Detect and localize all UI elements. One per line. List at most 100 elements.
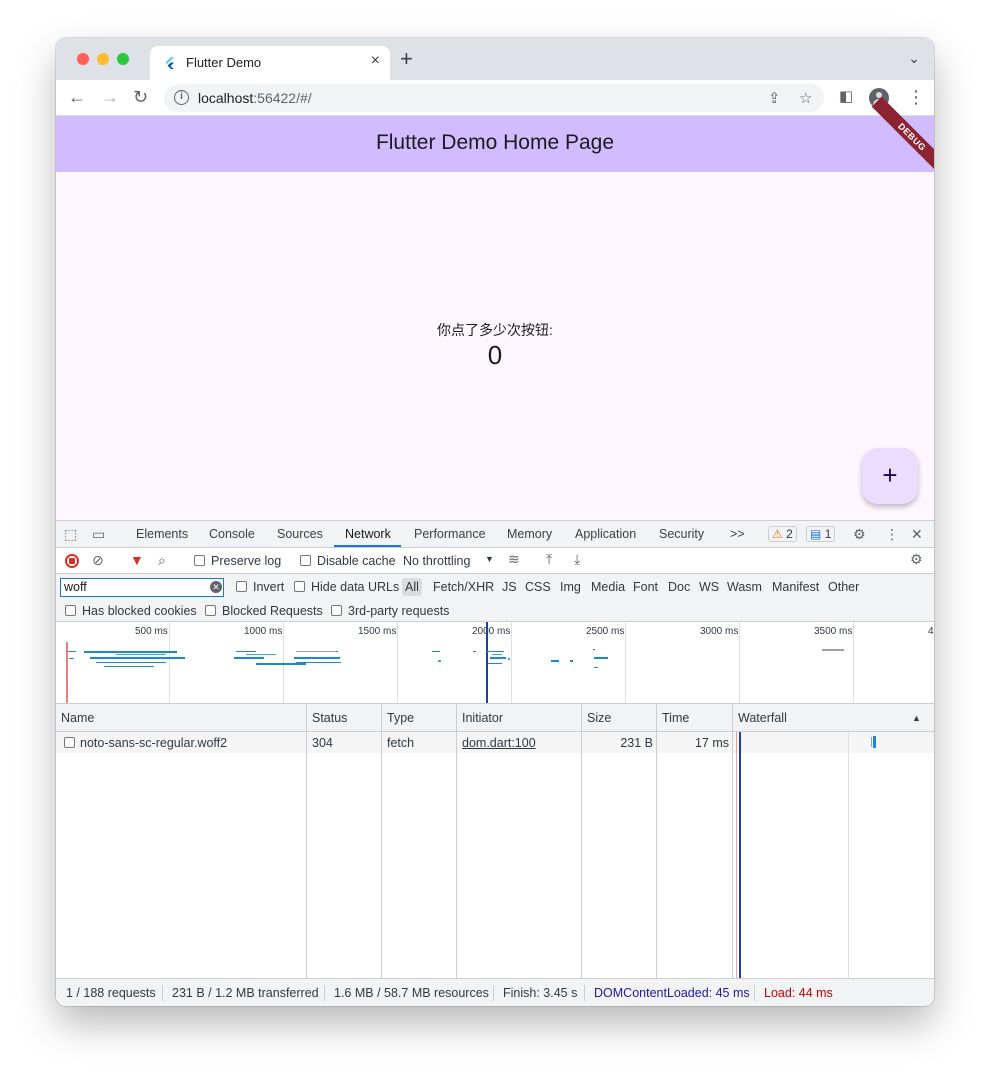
has-blocked-cookies-checkbox[interactable] — [65, 605, 76, 616]
type-filter-doc[interactable]: Doc — [668, 580, 690, 594]
type-filter-img[interactable]: Img — [560, 580, 581, 594]
third-party-label: 3rd-party requests — [348, 604, 450, 618]
tab-security[interactable]: Security — [659, 527, 704, 541]
disable-cache-checkbox[interactable] — [300, 555, 311, 566]
request-time: 17 ms — [694, 736, 729, 750]
tab-sources[interactable]: Sources — [277, 527, 323, 541]
waterfall-download-bar — [873, 736, 876, 748]
browser-window: Flutter Demo × + ⌄ ← → ↻ i localhost:564… — [56, 38, 934, 1006]
back-icon[interactable]: ← — [68, 87, 86, 107]
chevron-down-icon[interactable]: ▼ — [485, 554, 494, 564]
request-initiator-link[interactable]: dom.dart:100 — [462, 736, 536, 750]
tab-console[interactable]: Console — [209, 527, 255, 541]
export-har-icon[interactable]: ⤓ — [574, 551, 580, 568]
tab-close-icon[interactable]: × — [371, 52, 380, 70]
tab-performance[interactable]: Performance — [414, 527, 486, 541]
tab-memory[interactable]: Memory — [507, 527, 552, 541]
clear-icon[interactable]: ⊘ — [92, 552, 104, 569]
type-filter-css[interactable]: CSS — [525, 580, 551, 594]
record-stop-icon[interactable] — [65, 554, 79, 568]
devtools-menu-icon[interactable]: ⋮ — [885, 526, 899, 543]
tab-search-icon[interactable]: ⌄ — [908, 50, 920, 67]
column-size-header[interactable]: Size — [587, 711, 611, 725]
hide-data-urls-label: Hide data URLs — [311, 580, 400, 594]
zoom-window-button[interactable] — [117, 53, 129, 65]
type-filter-other[interactable]: Other — [828, 580, 859, 594]
network-conditions-icon[interactable]: ≋ — [508, 551, 520, 568]
bookmark-star-icon[interactable]: ☆ — [799, 89, 812, 107]
active-tab-indicator — [334, 545, 401, 547]
filter-icon[interactable]: ▼ — [130, 552, 144, 568]
third-party-checkbox[interactable] — [331, 605, 342, 616]
column-status-header[interactable]: Status — [312, 711, 347, 725]
warnings-badge[interactable]: ⚠ 2 — [768, 526, 797, 542]
transferred-size: 231 B / 1.2 MB transferred — [172, 986, 319, 1000]
import-har-icon[interactable]: ⤒ — [546, 551, 552, 568]
network-overview-timeline[interactable]: 500 ms 1000 ms 1500 ms 2000 ms 2500 ms 3… — [56, 622, 934, 704]
close-window-button[interactable] — [77, 53, 89, 65]
type-filter-font[interactable]: Font — [633, 580, 658, 594]
app-body: 你点了多少次按钮: 0 + — [56, 172, 934, 520]
column-time-header[interactable]: Time — [662, 711, 689, 725]
browser-tab[interactable]: Flutter Demo × — [150, 46, 390, 80]
table-header: Name Status Type Initiator Size Time Wat… — [56, 704, 934, 732]
url-text[interactable]: localhost:56422/#/ — [198, 90, 312, 106]
sort-ascending-icon[interactable]: ▲ — [912, 713, 921, 723]
message-icon: ▤ — [810, 527, 822, 541]
column-waterfall-header[interactable]: Waterfall — [738, 711, 787, 725]
address-bar[interactable]: i localhost:56422/#/ ⇪ ☆ — [164, 84, 824, 112]
clear-filter-icon[interactable]: ✕ — [210, 581, 222, 593]
request-size: 231 B — [620, 736, 653, 750]
tab-elements[interactable]: Elements — [136, 527, 188, 541]
side-panel-icon[interactable]: ◧ — [839, 87, 853, 107]
column-name-header[interactable]: Name — [61, 711, 94, 725]
forward-icon[interactable]: → — [101, 87, 119, 107]
column-initiator-header[interactable]: Initiator — [462, 711, 503, 725]
filter-input[interactable]: woff — [60, 578, 224, 597]
device-toolbar-icon[interactable]: ▭ — [92, 526, 105, 543]
counter-label: 你点了多少次按钮: — [437, 322, 553, 338]
inspect-element-icon[interactable]: ⬚ — [64, 526, 77, 543]
blocked-requests-checkbox[interactable] — [205, 605, 216, 616]
invert-checkbox[interactable] — [236, 581, 247, 592]
resources-size: 1.6 MB / 58.7 MB resources — [334, 986, 489, 1000]
close-devtools-icon[interactable]: ✕ — [911, 526, 923, 543]
type-filter-manifest[interactable]: Manifest — [772, 580, 819, 594]
blocked-requests-label: Blocked Requests — [222, 604, 323, 618]
warning-icon: ⚠ — [772, 527, 783, 541]
increment-fab-button[interactable]: + — [862, 448, 918, 504]
request-name: noto-sans-sc-regular.woff2 — [80, 736, 228, 750]
finish-time: Finish: 3.45 s — [503, 986, 578, 1000]
new-tab-button[interactable]: + — [400, 48, 413, 70]
type-filter-all[interactable]: All — [402, 578, 422, 596]
settings-gear-icon[interactable]: ⚙ — [853, 526, 866, 543]
minimize-window-button[interactable] — [97, 53, 109, 65]
type-filter-wasm[interactable]: Wasm — [727, 580, 762, 594]
more-tabs-button[interactable]: >> — [730, 527, 745, 541]
request-type: fetch — [387, 736, 415, 750]
column-type-header[interactable]: Type — [387, 711, 414, 725]
flutter-icon — [165, 57, 174, 69]
site-info-icon[interactable]: i — [174, 90, 189, 105]
browser-toolbar: ← → ↻ i localhost:56422/#/ ⇪ ☆ ◧ ⋮ — [56, 80, 934, 116]
type-filter-js[interactable]: JS — [502, 580, 517, 594]
tab-network[interactable]: Network — [345, 527, 391, 541]
network-settings-icon[interactable]: ⚙ — [910, 551, 923, 568]
network-request-table: Name Status Type Initiator Size Time Wat… — [56, 704, 934, 978]
preserve-log-checkbox[interactable] — [194, 555, 205, 566]
tab-application[interactable]: Application — [575, 527, 636, 541]
table-row[interactable]: noto-sans-sc-regular.woff2 304 fetch dom… — [56, 732, 934, 753]
search-icon[interactable]: ⌕ — [158, 552, 166, 569]
overview-activity-graph — [66, 622, 844, 703]
messages-badge[interactable]: ▤ 1 — [806, 526, 836, 542]
share-icon[interactable]: ⇪ — [768, 89, 781, 107]
load-time: Load: 44 ms — [764, 986, 833, 1000]
browser-menu-icon[interactable]: ⋮ — [907, 87, 925, 107]
type-filter-fetch-xhr[interactable]: Fetch/XHR — [433, 580, 494, 594]
hide-data-urls-checkbox[interactable] — [294, 581, 305, 592]
type-filter-ws[interactable]: WS — [699, 580, 719, 594]
app-bar: Flutter Demo Home Page DEBUG — [56, 96, 934, 178]
reload-icon[interactable]: ↻ — [133, 87, 148, 107]
throttling-select[interactable]: No throttling — [403, 554, 470, 568]
type-filter-media[interactable]: Media — [591, 580, 625, 594]
